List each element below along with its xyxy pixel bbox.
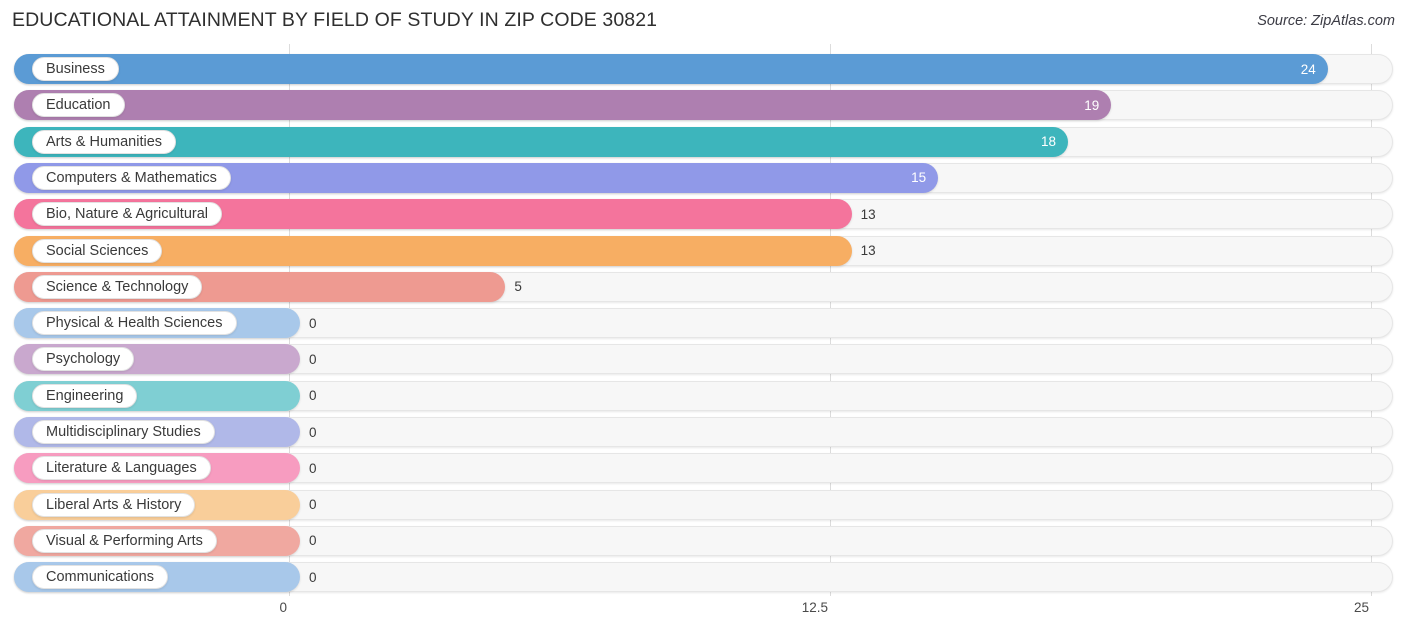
bar-value-label: 18 <box>1041 134 1057 150</box>
bar-value-label: 15 <box>911 170 927 186</box>
bar-value-label: 24 <box>1300 61 1316 77</box>
category-label-capsule: Bio, Nature & Agricultural <box>32 202 222 227</box>
category-label: Psychology <box>46 351 121 368</box>
category-label-capsule: Psychology <box>32 347 135 372</box>
category-label-capsule: Education <box>32 93 125 118</box>
chart-header: EDUCATIONAL ATTAINMENT BY FIELD OF STUDY… <box>0 0 1406 44</box>
category-label-capsule: Engineering <box>32 383 138 408</box>
bar-value-label: 13 <box>860 206 876 222</box>
bar-value-label: 0 <box>309 424 317 440</box>
category-label-capsule: Multidisciplinary Studies <box>32 420 215 444</box>
bar-value-label: 0 <box>309 351 317 367</box>
x-axis-tick: 12.5 <box>801 600 828 615</box>
bar-value-label: 0 <box>309 497 317 513</box>
category-label: Social Sciences <box>46 242 149 259</box>
category-label: Education <box>46 97 111 114</box>
source-attribution: Source: ZipAtlas.com <box>1257 13 1395 29</box>
x-axis-tick: 25 <box>1353 600 1369 615</box>
category-label-capsule: Computers & Mathematics <box>32 165 231 190</box>
bar-value-label: 13 <box>860 243 876 258</box>
category-label: Bio, Nature & Agricultural <box>46 206 208 223</box>
bar-value-label: 19 <box>1084 97 1100 113</box>
value-bar[interactable] <box>14 54 1328 84</box>
category-label: Communications <box>46 569 154 586</box>
bar-value-label: 0 <box>309 388 317 404</box>
category-label: Liberal Arts & History <box>46 496 182 513</box>
category-label-capsule: Visual & Performing Arts <box>32 528 217 553</box>
value-bar[interactable] <box>14 90 1112 121</box>
category-label-capsule: Communications <box>32 565 168 590</box>
category-label-capsule: Physical & Health Sciences <box>32 311 237 336</box>
category-label: Computers & Mathematics <box>46 169 217 186</box>
category-label-capsule: Science & Technology <box>32 274 203 299</box>
bar-value-label: 0 <box>309 569 317 585</box>
bar-value-label: 0 <box>309 533 317 549</box>
bar-value-label: 5 <box>514 279 522 295</box>
category-label: Science & Technology <box>46 278 189 295</box>
category-label: Arts & Humanities <box>46 133 163 150</box>
plot-area: Business 24 Education 19 Arts & Humanities 18… <box>0 44 1406 596</box>
category-label-capsule: Literature & Languages <box>32 456 211 481</box>
category-label: Visual & Performing Arts <box>46 532 203 549</box>
category-label-capsule: Arts & Humanities <box>32 129 177 154</box>
bar-value-label: 0 <box>309 460 317 476</box>
category-label: Business <box>46 61 105 77</box>
category-label-capsule: Liberal Arts & History <box>32 492 196 517</box>
category-label-capsule: Business <box>32 57 119 81</box>
x-axis: 0 12.5 25 <box>0 596 1406 631</box>
category-label: Physical & Health Sciences <box>46 315 223 332</box>
chart-page: EDUCATIONAL ATTAINMENT BY FIELD OF STUDY… <box>0 0 1406 631</box>
category-label: Multidisciplinary Studies <box>46 424 201 440</box>
category-label: Engineering <box>46 387 124 404</box>
category-label-capsule: Social Sciences <box>32 238 163 263</box>
page-title: EDUCATIONAL ATTAINMENT BY FIELD OF STUDY… <box>12 9 658 31</box>
x-axis-tick: 0 <box>279 600 287 615</box>
category-label: Literature & Languages <box>46 460 197 477</box>
bar-value-label: 0 <box>309 315 317 331</box>
